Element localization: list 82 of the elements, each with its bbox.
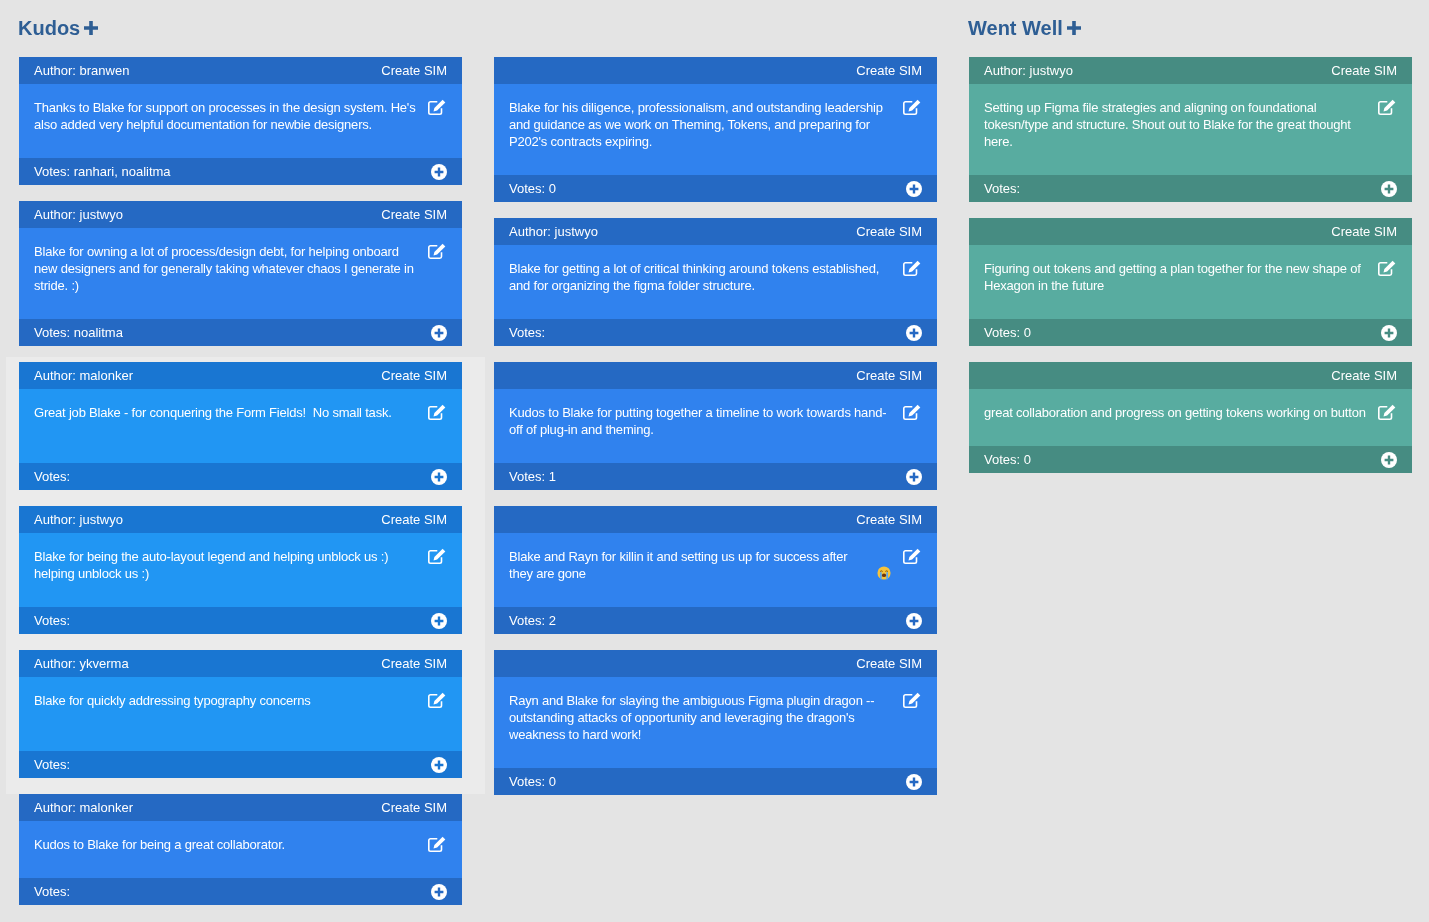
card-text: Blake for being the auto-layout legend and helping unblock us :) helping unblock us :): [34, 548, 389, 582]
edit-icon[interactable]: [428, 692, 447, 708]
votes-label: Votes: 0: [509, 774, 556, 789]
author-label: Author: justwyo: [509, 224, 598, 239]
votes-label: Votes: 0: [984, 452, 1031, 467]
create-sim-link[interactable]: Create SIM: [1331, 368, 1397, 383]
edit-icon[interactable]: [428, 404, 447, 420]
author-label: Author: justwyo: [984, 63, 1073, 78]
votes-label: Votes: 1: [509, 469, 556, 484]
plus-circle-icon[interactable]: [431, 468, 447, 485]
card-text: Blake for owning a lot of process/design debt, for helping onboard new designers and for generally taking whatever chaos I generate in stride. :): [34, 243, 415, 294]
edit-icon[interactable]: [428, 836, 447, 852]
plus-circle-icon[interactable]: [431, 612, 447, 629]
create-sim-link[interactable]: Create SIM: [381, 63, 447, 78]
author-label: Author: justwyo: [34, 207, 123, 222]
card-text: Blake and Rayn for killin it and setting us up for success after they are gone: [509, 548, 849, 582]
edit-icon[interactable]: [428, 99, 447, 115]
votes-label: Votes:: [984, 181, 1021, 196]
plus-circle-icon[interactable]: [1381, 451, 1397, 468]
author-label: Author: malonker: [34, 368, 133, 383]
edit-icon[interactable]: [903, 692, 922, 708]
edit-icon[interactable]: [903, 260, 922, 276]
card-text: Blake for getting a lot of critical thinking around tokens established, and for organizing the figma folder structure.: [509, 260, 881, 294]
votes-label: Votes: 0: [509, 181, 556, 196]
create-sim-link[interactable]: Create SIM: [381, 656, 447, 671]
edit-icon[interactable]: [903, 99, 922, 115]
card-text: Thanks to Blake for support on processes in the design system. He's also added very helpful documentation for newbie designers.: [34, 99, 416, 133]
section-title: Went Well: [968, 16, 1063, 40]
votes-label: Votes:: [34, 469, 71, 484]
plus-icon[interactable]: [1066, 21, 1081, 35]
votes-label: Votes:: [34, 757, 71, 772]
votes-label: Votes:: [34, 884, 71, 899]
section-title: Kudos: [18, 16, 81, 40]
plus-circle-icon[interactable]: [431, 756, 447, 773]
create-sim-link[interactable]: Create SIM: [856, 656, 922, 671]
votes-label: Votes: ranhari, noalitma: [34, 164, 171, 179]
plus-circle-icon[interactable]: [431, 324, 447, 341]
create-sim-link[interactable]: Create SIM: [381, 207, 447, 222]
author-label: Author: malonker: [34, 800, 133, 815]
edit-icon[interactable]: [428, 548, 447, 564]
plus-circle-icon[interactable]: [431, 163, 447, 180]
author-label: Author: justwyo: [34, 512, 123, 527]
create-sim-link[interactable]: Create SIM: [856, 512, 922, 527]
edit-icon[interactable]: [1378, 404, 1397, 420]
create-sim-link[interactable]: Create SIM: [1331, 224, 1397, 239]
card-text: Figuring out tokens and getting a plan together for the new shape of Hexagon in the future: [984, 260, 1362, 294]
edit-icon[interactable]: [428, 243, 447, 259]
votes-label: Votes: 0: [984, 325, 1031, 340]
create-sim-link[interactable]: Create SIM: [381, 800, 447, 815]
edit-icon[interactable]: [1378, 260, 1397, 276]
card-text: Setting up Figma file strategies and aligning on foundational tokesn/type and structure. Shout out to Blake for the great thought here.: [984, 99, 1352, 150]
plus-circle-icon[interactable]: [906, 773, 922, 790]
votes-label: Votes:: [509, 325, 546, 340]
card-text: Kudos to Blake for being a great collaborator.: [34, 836, 285, 853]
create-sim-link[interactable]: Create SIM: [856, 224, 922, 239]
plus-circle-icon[interactable]: [906, 324, 922, 341]
votes-label: Votes:: [34, 613, 71, 628]
create-sim-link[interactable]: Create SIM: [1331, 63, 1397, 78]
edit-icon[interactable]: [903, 404, 922, 420]
card-text: Blake for his diligence, professionalism, and outstanding leadership and guidance as we work on Theming, Tokens, and preparing for P202's contracts expiring.: [509, 99, 884, 150]
plus-icon[interactable]: [84, 21, 99, 35]
plus-circle-icon[interactable]: [431, 883, 447, 900]
edit-icon[interactable]: [1378, 99, 1397, 115]
author-label: Author: ykverma: [34, 656, 129, 671]
plus-circle-icon[interactable]: [1381, 180, 1397, 197]
plus-circle-icon[interactable]: [906, 468, 922, 485]
card-text: Blake for quickly addressing typography concerns: [34, 692, 311, 709]
create-sim-link[interactable]: Create SIM: [856, 63, 922, 78]
create-sim-link[interactable]: Create SIM: [381, 368, 447, 383]
card-text: great collaboration and progress on getting tokens working on button: [984, 404, 1366, 421]
votes-label: Votes: noalitma: [34, 325, 123, 340]
create-sim-link[interactable]: Create SIM: [381, 512, 447, 527]
edit-icon[interactable]: [903, 548, 922, 564]
card-text: Rayn and Blake for slaying the ambiguous Figma plugin dragon -- outstanding attacks of opportunity and leveraging the dragon's weakness to hard work!: [509, 692, 876, 743]
card-text: Great job Blake - for conquering the Form Fields! No small task.: [34, 404, 392, 421]
author-label: Author: branwen: [34, 63, 130, 78]
card-text: Kudos to Blake for putting together a timeline to work towards hand-off of plug-in and theming.: [509, 404, 888, 438]
create-sim-link[interactable]: Create SIM: [856, 368, 922, 383]
plus-circle-icon[interactable]: [906, 612, 922, 629]
plus-circle-icon[interactable]: [1381, 324, 1397, 341]
votes-label: Votes: 2: [509, 613, 556, 628]
plus-circle-icon[interactable]: [906, 180, 922, 197]
